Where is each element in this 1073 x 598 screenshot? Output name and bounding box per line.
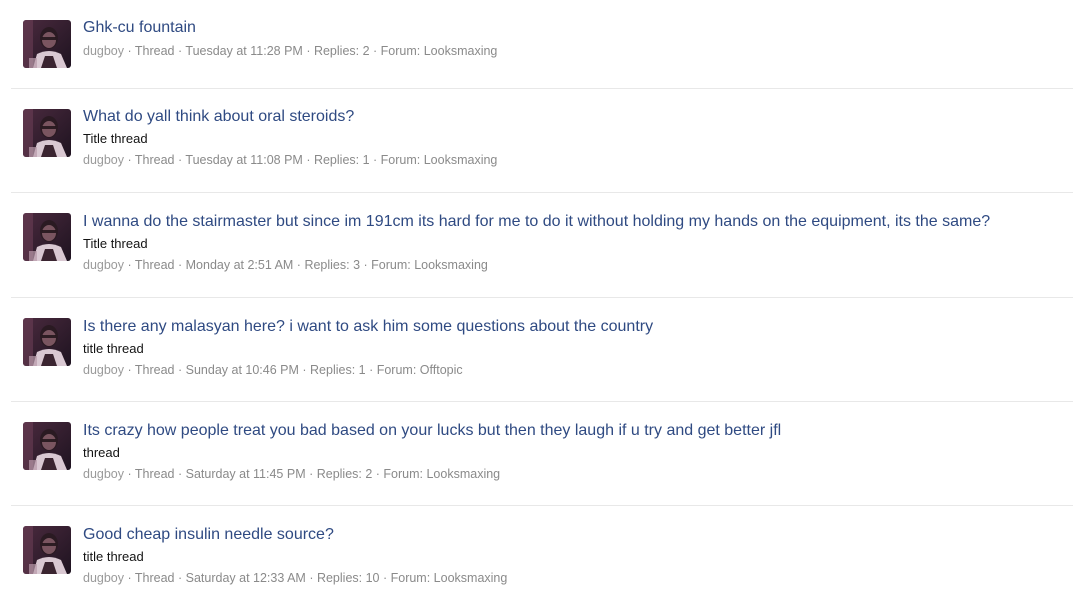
result-title-link[interactable]: What do yall think about oral steroids?	[83, 107, 1073, 127]
meta-separator: ·	[369, 153, 381, 167]
meta-separator: ·	[302, 153, 314, 167]
meta-separator: ·	[124, 363, 135, 377]
result-item: I wanna do the stairmaster but since im …	[11, 193, 1073, 298]
meta-separator: ·	[174, 467, 186, 481]
meta-separator: ·	[124, 258, 135, 272]
result-forum-link[interactable]: Looksmaxing	[424, 44, 498, 58]
meta-separator: ·	[174, 44, 186, 58]
result-date: Tuesday at 11:08 PM	[185, 153, 303, 167]
result-type: Thread	[134, 44, 175, 58]
result-snippet: Title thread	[83, 236, 148, 251]
result-replies: Replies: 2	[313, 44, 370, 58]
result-forum-link[interactable]: Looksmaxing	[426, 467, 500, 481]
result-username-link[interactable]: dugboy	[83, 363, 124, 377]
result-item: What do yall think about oral steroids? …	[11, 89, 1073, 193]
result-snippet: title thread	[83, 549, 144, 564]
meta-separator: ·	[302, 44, 314, 58]
result-type: Thread	[134, 467, 175, 481]
result-forum-link[interactable]: Offtopic	[420, 363, 463, 377]
result-meta: dugboy · Thread · Saturday at 12:33 AM ·…	[83, 570, 1073, 586]
meta-separator: ·	[174, 153, 186, 167]
result-date: Sunday at 10:46 PM	[185, 363, 299, 377]
result-username-link[interactable]: dugboy	[83, 153, 124, 167]
result-forum-prefix: Forum:	[371, 258, 415, 272]
result-forum-prefix: Forum:	[383, 467, 427, 481]
meta-separator: ·	[174, 571, 186, 585]
meta-separator: ·	[124, 571, 135, 585]
result-date: Tuesday at 11:28 PM	[185, 44, 303, 58]
avatar[interactable]	[23, 526, 71, 574]
result-content: What do yall think about oral steroids? …	[83, 107, 1073, 168]
avatar[interactable]	[23, 318, 71, 366]
result-content: Is there any malasyan here? i want to as…	[83, 317, 1073, 378]
meta-separator: ·	[379, 571, 391, 585]
meta-separator: ·	[298, 363, 311, 377]
result-item: Is there any malasyan here? i want to as…	[11, 298, 1073, 402]
result-type: Thread	[134, 363, 175, 377]
meta-separator: ·	[372, 467, 384, 481]
result-forum-prefix: Forum:	[376, 363, 420, 377]
result-replies: Replies: 1	[313, 153, 370, 167]
meta-separator: ·	[124, 44, 135, 58]
result-replies: Replies: 10	[316, 571, 380, 585]
result-username-link[interactable]: dugboy	[83, 467, 124, 481]
result-item: Good cheap insulin needle source? title …	[11, 506, 1073, 598]
result-title-link[interactable]: Its crazy how people treat you bad based…	[83, 421, 1073, 441]
meta-separator: ·	[174, 363, 186, 377]
result-forum-prefix: Forum:	[390, 571, 434, 585]
result-item: Its crazy how people treat you bad based…	[11, 402, 1073, 506]
result-type: Thread	[134, 571, 175, 585]
meta-separator: ·	[365, 363, 377, 377]
meta-separator: ·	[305, 571, 317, 585]
result-snippet: title thread	[83, 341, 144, 356]
result-meta: dugboy · Thread · Sunday at 10:46 PM · R…	[83, 362, 1073, 378]
meta-separator: ·	[360, 258, 372, 272]
result-type: Thread	[134, 153, 175, 167]
result-content: Ghk-cu fountain dugboy · Thread · Tuesda…	[83, 18, 1073, 59]
result-forum-link[interactable]: Looksmaxing	[414, 258, 488, 272]
result-snippet: Title thread	[83, 131, 148, 146]
result-item: Ghk-cu fountain dugboy · Thread · Tuesda…	[11, 0, 1073, 89]
result-date: Monday at 2:51 AM	[185, 258, 294, 272]
result-meta: dugboy · Thread · Tuesday at 11:08 PM · …	[83, 152, 1073, 168]
result-replies: Replies: 3	[304, 258, 361, 272]
avatar[interactable]	[23, 213, 71, 261]
result-forum-link[interactable]: Looksmaxing	[434, 571, 508, 585]
result-meta: dugboy · Thread · Monday at 2:51 AM · Re…	[83, 257, 1073, 273]
result-username-link[interactable]: dugboy	[83, 44, 124, 58]
result-content: Good cheap insulin needle source? title …	[83, 525, 1073, 586]
result-type: Thread	[134, 258, 175, 272]
meta-separator: ·	[174, 258, 186, 272]
result-title-link[interactable]: Is there any malasyan here? i want to as…	[83, 317, 1073, 337]
result-username-link[interactable]: dugboy	[83, 258, 124, 272]
result-meta: dugboy · Thread · Saturday at 11:45 PM ·…	[83, 466, 1073, 482]
search-results-list: Ghk-cu fountain dugboy · Thread · Tuesda…	[11, 0, 1073, 598]
result-forum-prefix: Forum:	[380, 44, 424, 58]
result-content: Its crazy how people treat you bad based…	[83, 421, 1073, 482]
result-title-link[interactable]: Good cheap insulin needle source?	[83, 525, 1073, 545]
avatar[interactable]	[23, 422, 71, 470]
result-date: Saturday at 11:45 PM	[185, 467, 306, 481]
result-title-link[interactable]: Ghk-cu fountain	[83, 18, 1073, 38]
meta-separator: ·	[369, 44, 381, 58]
meta-separator: ·	[305, 467, 317, 481]
avatar[interactable]	[23, 20, 71, 68]
result-username-link[interactable]: dugboy	[83, 571, 124, 585]
meta-separator: ·	[124, 467, 135, 481]
result-snippet: thread	[83, 445, 120, 460]
result-replies: Replies: 1	[310, 363, 366, 377]
result-date: Saturday at 12:33 AM	[185, 571, 306, 585]
result-title-link[interactable]: I wanna do the stairmaster but since im …	[83, 212, 1073, 232]
result-forum-link[interactable]: Looksmaxing	[424, 153, 498, 167]
result-replies: Replies: 2	[316, 467, 373, 481]
meta-separator: ·	[293, 258, 305, 272]
meta-separator: ·	[124, 153, 135, 167]
result-meta: dugboy · Thread · Tuesday at 11:28 PM · …	[83, 43, 1073, 59]
result-content: I wanna do the stairmaster but since im …	[83, 212, 1073, 273]
avatar[interactable]	[23, 109, 71, 157]
result-forum-prefix: Forum:	[380, 153, 424, 167]
